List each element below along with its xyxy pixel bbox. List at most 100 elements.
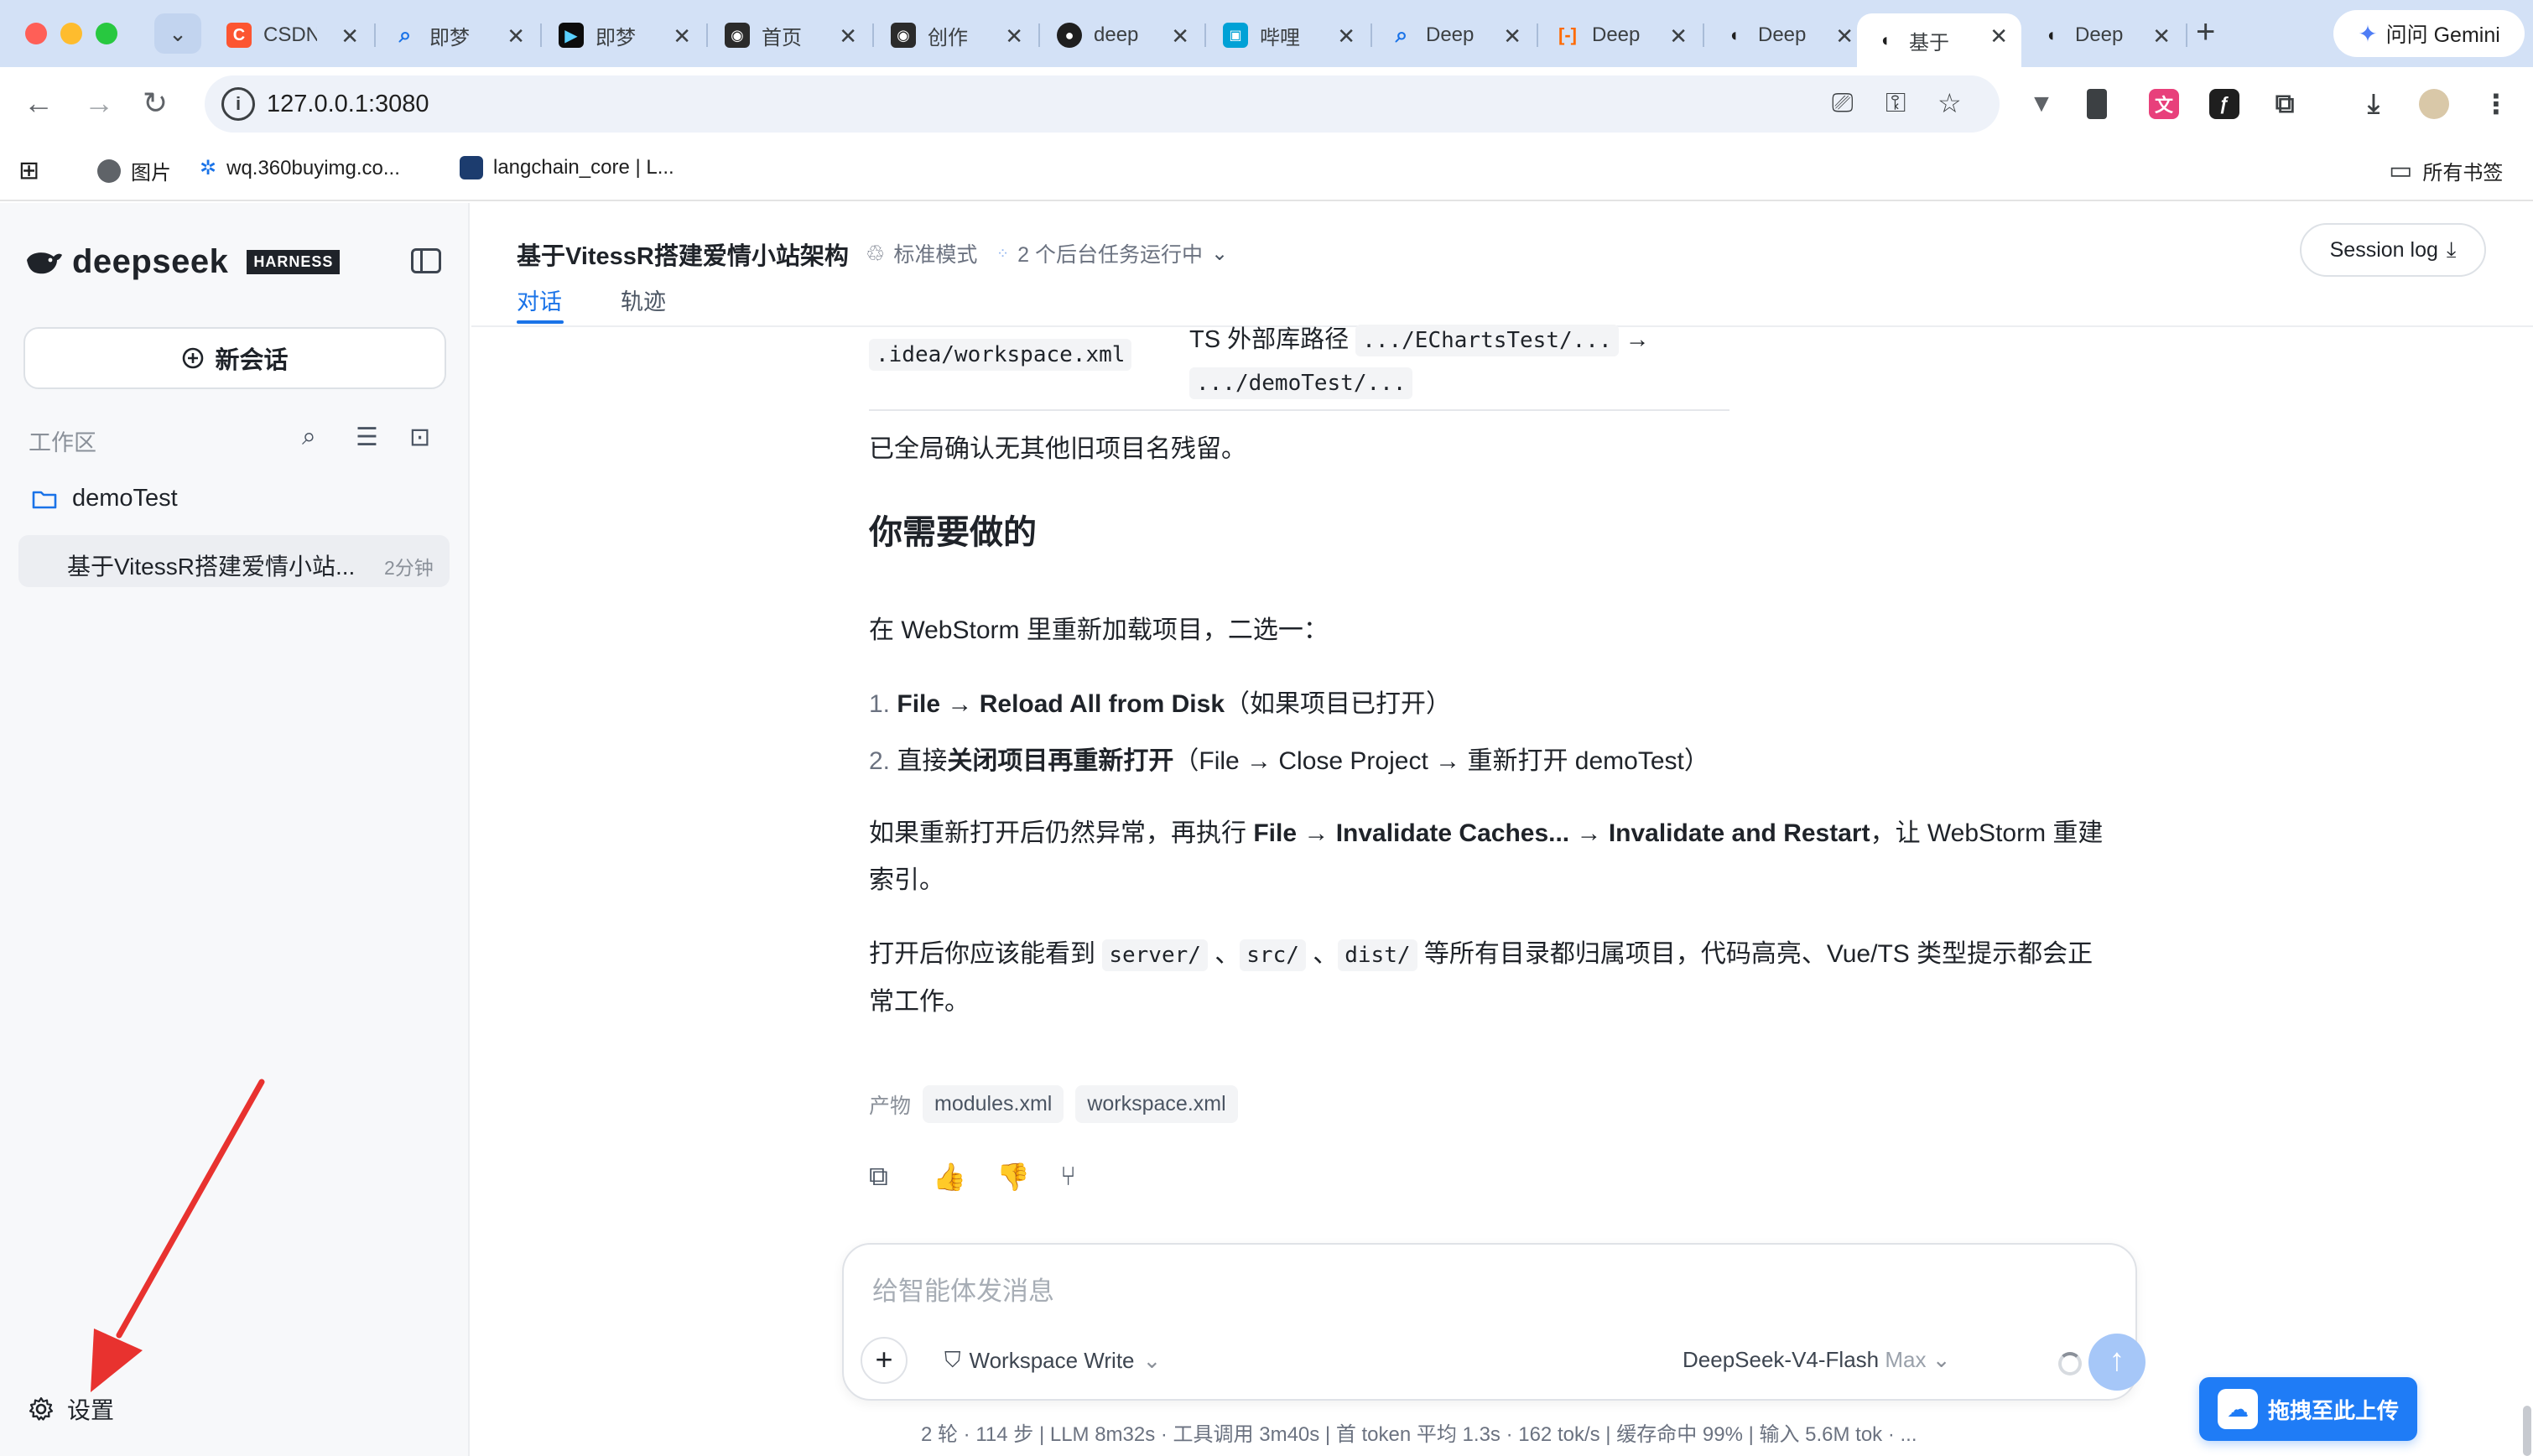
reload-icon: ↻ (143, 86, 169, 120)
artifacts-label: 产物 (869, 1094, 912, 1118)
permission-dropdown[interactable]: ⛉ Workspace Write ⌄ (944, 1347, 1161, 1374)
close-icon[interactable]: ✕ (2152, 23, 2171, 49)
plus-icon: + (875, 1342, 893, 1376)
scrollbar[interactable] (2523, 1406, 2531, 1456)
close-icon[interactable]: ✕ (1835, 23, 1854, 49)
browser-tab-create[interactable]: ◉ 创作 ✕ (876, 13, 1037, 57)
browser-tab-jimeng-search[interactable]: ⌕ 即梦 ✕ (377, 13, 538, 57)
tab-chat[interactable]: 对话 (517, 283, 562, 316)
background-tasks-indicator[interactable]: ⁘ 2 个后台任务运行中 ⌄ (996, 238, 1228, 268)
bookmark-star-icon[interactable]: ☆ (1937, 87, 1962, 119)
all-bookmarks-button[interactable]: ▭ 所有书签 (2389, 156, 2503, 185)
download-icon[interactable]: ⤓ (2359, 88, 2389, 119)
plus-circle-icon (183, 347, 204, 369)
close-icon[interactable]: ✕ (673, 23, 691, 49)
session-item-active[interactable]: 基于VitessR搭建爱情小站... 2分钟 (18, 535, 450, 587)
avatar[interactable] (2419, 89, 2449, 119)
close-icon[interactable]: ✕ (1337, 23, 1355, 49)
globe-icon (97, 159, 121, 183)
reload-button[interactable]: ↻ (143, 86, 168, 121)
key-icon[interactable]: ⚿ (1885, 87, 1906, 119)
table-cell: TS 外部库路径 .../EChartsTest/... → .../demoT… (1189, 319, 1709, 404)
code-file-path: .idea/workspace.xml (869, 339, 1132, 371)
send-button[interactable]: ↑ (2088, 1334, 2146, 1391)
model-name: DeepSeek-V4-Flash (1683, 1347, 1880, 1372)
close-icon[interactable]: ✕ (1669, 23, 1688, 49)
search-icon[interactable]: ⌕ (302, 423, 316, 451)
browser-tab-home[interactable]: ◉ 首页 ✕ (710, 13, 871, 57)
artifact-chip[interactable]: modules.xml (923, 1085, 1064, 1123)
code-path-to: .../demoTest/... (1189, 367, 1413, 399)
tab-title: Deep (1426, 23, 1475, 46)
translate-extension-icon[interactable]: 文 (2149, 89, 2179, 119)
tab-divider (2186, 23, 2187, 47)
browser-tab-jimeng[interactable]: ▶ 即梦 ✕ (544, 13, 705, 57)
close-icon[interactable]: ✕ (1171, 23, 1189, 49)
intro-text: 在 WebStorm 里重新加载项目，二选一： (869, 616, 1329, 644)
settings-button[interactable]: 设置 (29, 1392, 114, 1426)
back-button[interactable]: ← (23, 86, 54, 121)
extension-phone-icon[interactable] (2087, 89, 2107, 119)
browser-tab-deepseek-1[interactable]: ◖ Deep ✕ (1706, 13, 1867, 57)
browser-tab-github[interactable]: ● deep ✕ (1042, 13, 1203, 57)
branch-icon[interactable]: ⑂ (1060, 1161, 1076, 1192)
forward-button[interactable]: → (84, 86, 114, 121)
minimize-window-button[interactable] (60, 23, 82, 44)
zoom-window-button[interactable] (96, 23, 117, 44)
install-app-icon[interactable]: ⎚ (1832, 87, 1854, 119)
formula-extension-icon[interactable]: ƒ (2209, 89, 2239, 119)
close-window-button[interactable] (25, 23, 47, 44)
bookmark-item-360buyimg[interactable]: ✲ wq.360buyimg.co... (200, 156, 400, 180)
drag-upload-button[interactable]: ☁ 拖拽至此上传 (2199, 1377, 2417, 1441)
info-icon[interactable]: i (221, 87, 255, 121)
project-item-demotest[interactable]: demoTest (32, 485, 178, 512)
artifact-chip[interactable]: workspace.xml (1075, 1085, 1238, 1123)
more-vert-icon[interactable]: ⋮ (2481, 89, 2511, 119)
message-input[interactable]: 给智能体发消息 (872, 1270, 1054, 1308)
bookmark-item-langchain[interactable]: langchain_core | L... (460, 156, 674, 179)
message-composer[interactable]: 给智能体发消息 + ⛉ Workspace Write ⌄ DeepSeek-V… (842, 1243, 2146, 1401)
apps-grid-icon[interactable]: ⊞ (18, 156, 39, 185)
thumbs-up-icon[interactable]: 👍 (933, 1161, 966, 1193)
gemini-button[interactable]: ✦ 问问 Gemini (2333, 10, 2525, 57)
model-dropdown[interactable]: DeepSeek-V4-Flash Max ⌄ (1683, 1347, 1951, 1373)
close-icon[interactable]: ✕ (1989, 23, 2008, 49)
close-icon[interactable]: ✕ (507, 23, 525, 49)
new-folder-icon[interactable]: ⊡ (409, 423, 430, 452)
background-tasks-label: 2 个后台任务运行中 (1017, 243, 1203, 267)
filter-sliders-icon[interactable]: ☰ (356, 423, 378, 452)
puzzle-icon[interactable]: ⧉ (2270, 88, 2300, 119)
new-tab-button[interactable]: + (2196, 13, 2215, 51)
close-icon[interactable]: ✕ (1503, 23, 1521, 49)
sidebar-toggle-button[interactable] (411, 248, 441, 273)
list-bold-text: File → Reload All from Disk (897, 690, 1225, 718)
new-chat-button[interactable]: 新会话 (23, 327, 446, 389)
vue-devtools-icon[interactable]: ▼ (2026, 89, 2057, 119)
close-icon[interactable]: ✕ (1005, 23, 1023, 49)
tab-divider (1537, 23, 1538, 47)
session-log-button[interactable]: Session log ⤓ (2300, 223, 2486, 277)
model-tier: Max (1885, 1347, 1927, 1372)
address-url[interactable]: 127.0.0.1:3080 (267, 91, 429, 118)
tab-divider (1204, 23, 1206, 47)
brand-logo[interactable]: deepseek HARNESS (25, 243, 341, 281)
browser-tab-deep-search[interactable]: ⌕ Deep ✕ (1374, 13, 1535, 57)
tab-search-button[interactable]: ⌄ (154, 13, 201, 54)
tab-trace[interactable]: 轨迹 (621, 283, 666, 316)
close-icon[interactable]: ✕ (341, 23, 359, 49)
mode-indicator[interactable]: ♲ 标准模式 (866, 238, 977, 268)
browser-tab-csdn[interactable]: C CSDN ✕ (211, 13, 372, 57)
browser-tab-bilibili[interactable]: ▣ 哔哩 ✕ (1208, 13, 1369, 57)
attach-button[interactable]: + (861, 1337, 908, 1384)
browser-tab-deep-aliyun[interactable]: [-] Deep ✕ (1540, 13, 1701, 57)
browser-tab-deepseek-2[interactable]: ◖ Deep ✕ (2023, 13, 2184, 57)
bookmark-item-images[interactable]: 图片 (97, 156, 171, 185)
browser-tab-active[interactable]: ◖ 基于 ✕ (1857, 13, 2021, 67)
copy-icon[interactable]: ⧉ (869, 1161, 888, 1193)
close-icon[interactable]: ✕ (839, 23, 857, 49)
thumbs-down-icon[interactable]: 👎 (996, 1161, 1030, 1193)
address-bar[interactable]: i 127.0.0.1:3080 ⎚ ⚿ ☆ (205, 75, 2000, 133)
jd-icon: ✲ (200, 157, 217, 179)
tab-title: 哔哩 (1260, 26, 1300, 49)
arrow-left-icon: ← (23, 86, 54, 120)
